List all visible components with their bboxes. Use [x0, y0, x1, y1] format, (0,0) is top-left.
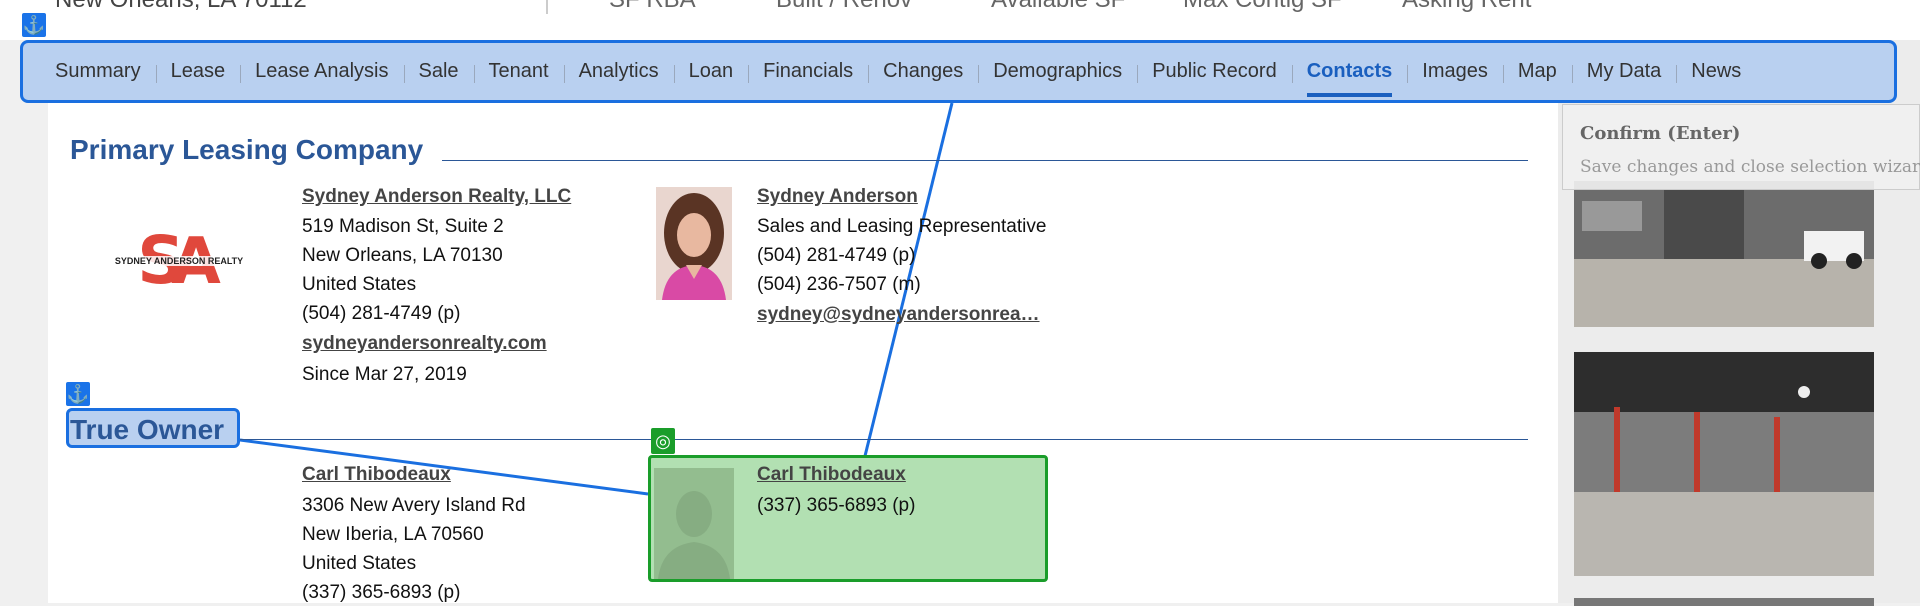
- contact-phone: (337) 365-6893 (p): [757, 495, 916, 516]
- tab-contacts[interactable]: Contacts: [1291, 43, 1408, 100]
- company-country: United States: [302, 274, 417, 295]
- tab-demographics[interactable]: Demographics: [978, 43, 1137, 100]
- company-address-line2: New Orleans, LA 70130: [302, 245, 503, 266]
- agent-photo: [656, 187, 732, 300]
- tab-my-data[interactable]: My Data: [1571, 43, 1676, 100]
- agent-phone-m: (504) 236-7507 (m): [757, 274, 921, 295]
- owner-address-line1: 3306 New Avery Island Rd: [302, 495, 526, 516]
- tooltip-description: Save changes and close selection wizard.: [1580, 157, 1920, 177]
- tab-sale[interactable]: Sale: [403, 43, 474, 100]
- owner-address-line2: New Iberia, LA 70560: [302, 524, 484, 545]
- owner-phone: (337) 365-6893 (p): [302, 582, 461, 603]
- owner-name-link[interactable]: Carl Thibodeaux: [302, 464, 451, 486]
- company-since: Since Mar 27, 2019: [302, 364, 467, 385]
- tab-loan[interactable]: Loan: [673, 43, 749, 100]
- tab-news[interactable]: News: [1676, 43, 1756, 100]
- tab-bar: Summary Lease Lease Analysis Sale Tenant…: [23, 43, 1756, 100]
- target-icon[interactable]: ◎: [651, 428, 675, 454]
- agent-phone-p: (504) 281-4749 (p): [757, 245, 916, 266]
- logo-text: SYDNEY ANDERSON REALTY: [115, 256, 243, 266]
- company-phone: (504) 281-4749 (p): [302, 303, 461, 324]
- tab-lease-analysis[interactable]: Lease Analysis: [240, 43, 403, 100]
- company-website-link[interactable]: sydneyandersonrealty.com: [302, 333, 547, 355]
- owner-country: United States: [302, 553, 417, 574]
- section-divider: [240, 439, 1528, 440]
- tab-summary[interactable]: Summary: [40, 43, 156, 100]
- tab-financials[interactable]: Financials: [748, 43, 868, 100]
- true-owner-title: True Owner: [70, 414, 225, 445]
- tabs-selection-highlight[interactable]: Summary Lease Lease Analysis Sale Tenant…: [20, 40, 1897, 103]
- company-name-link[interactable]: Sydney Anderson Realty, LLC: [302, 186, 571, 208]
- tooltip-title: Confirm (Enter): [1580, 123, 1741, 144]
- company-address-line1: 519 Madison St, Suite 2: [302, 216, 504, 237]
- anchor-icon[interactable]: ⚓: [22, 13, 46, 37]
- page: New Orleans, LA 70112 SF RBA Built / Ren…: [0, 0, 1920, 606]
- anchor-icon[interactable]: ⚓: [66, 382, 90, 406]
- tab-images[interactable]: Images: [1407, 43, 1503, 100]
- agent-role: Sales and Leasing Representative: [757, 216, 1047, 237]
- agent-name-link[interactable]: Sydney Anderson: [757, 186, 918, 208]
- tab-map[interactable]: Map: [1502, 43, 1572, 100]
- company-logo: S A SYDNEY ANDERSON REALTY: [108, 222, 250, 292]
- primary-leasing-title: Primary Leasing Company: [70, 134, 424, 165]
- property-image-1[interactable]: [1574, 181, 1874, 327]
- tab-changes[interactable]: Changes: [868, 43, 978, 100]
- contact-name-link[interactable]: Carl Thibodeaux: [757, 464, 906, 486]
- tab-public-record[interactable]: Public Record: [1137, 43, 1292, 100]
- section-divider: [442, 160, 1528, 161]
- tab-lease[interactable]: Lease: [155, 43, 241, 100]
- property-image-3[interactable]: [1574, 598, 1874, 606]
- confirm-tooltip: Confirm (Enter) Save changes and close s…: [1562, 104, 1920, 190]
- tab-tenant[interactable]: Tenant: [473, 43, 564, 100]
- property-image-2[interactable]: [1574, 352, 1874, 576]
- tab-analytics[interactable]: Analytics: [563, 43, 674, 100]
- agent-email-link[interactable]: sydney@sydneyandersonrea…: [757, 304, 1040, 326]
- contact-avatar: [654, 468, 734, 579]
